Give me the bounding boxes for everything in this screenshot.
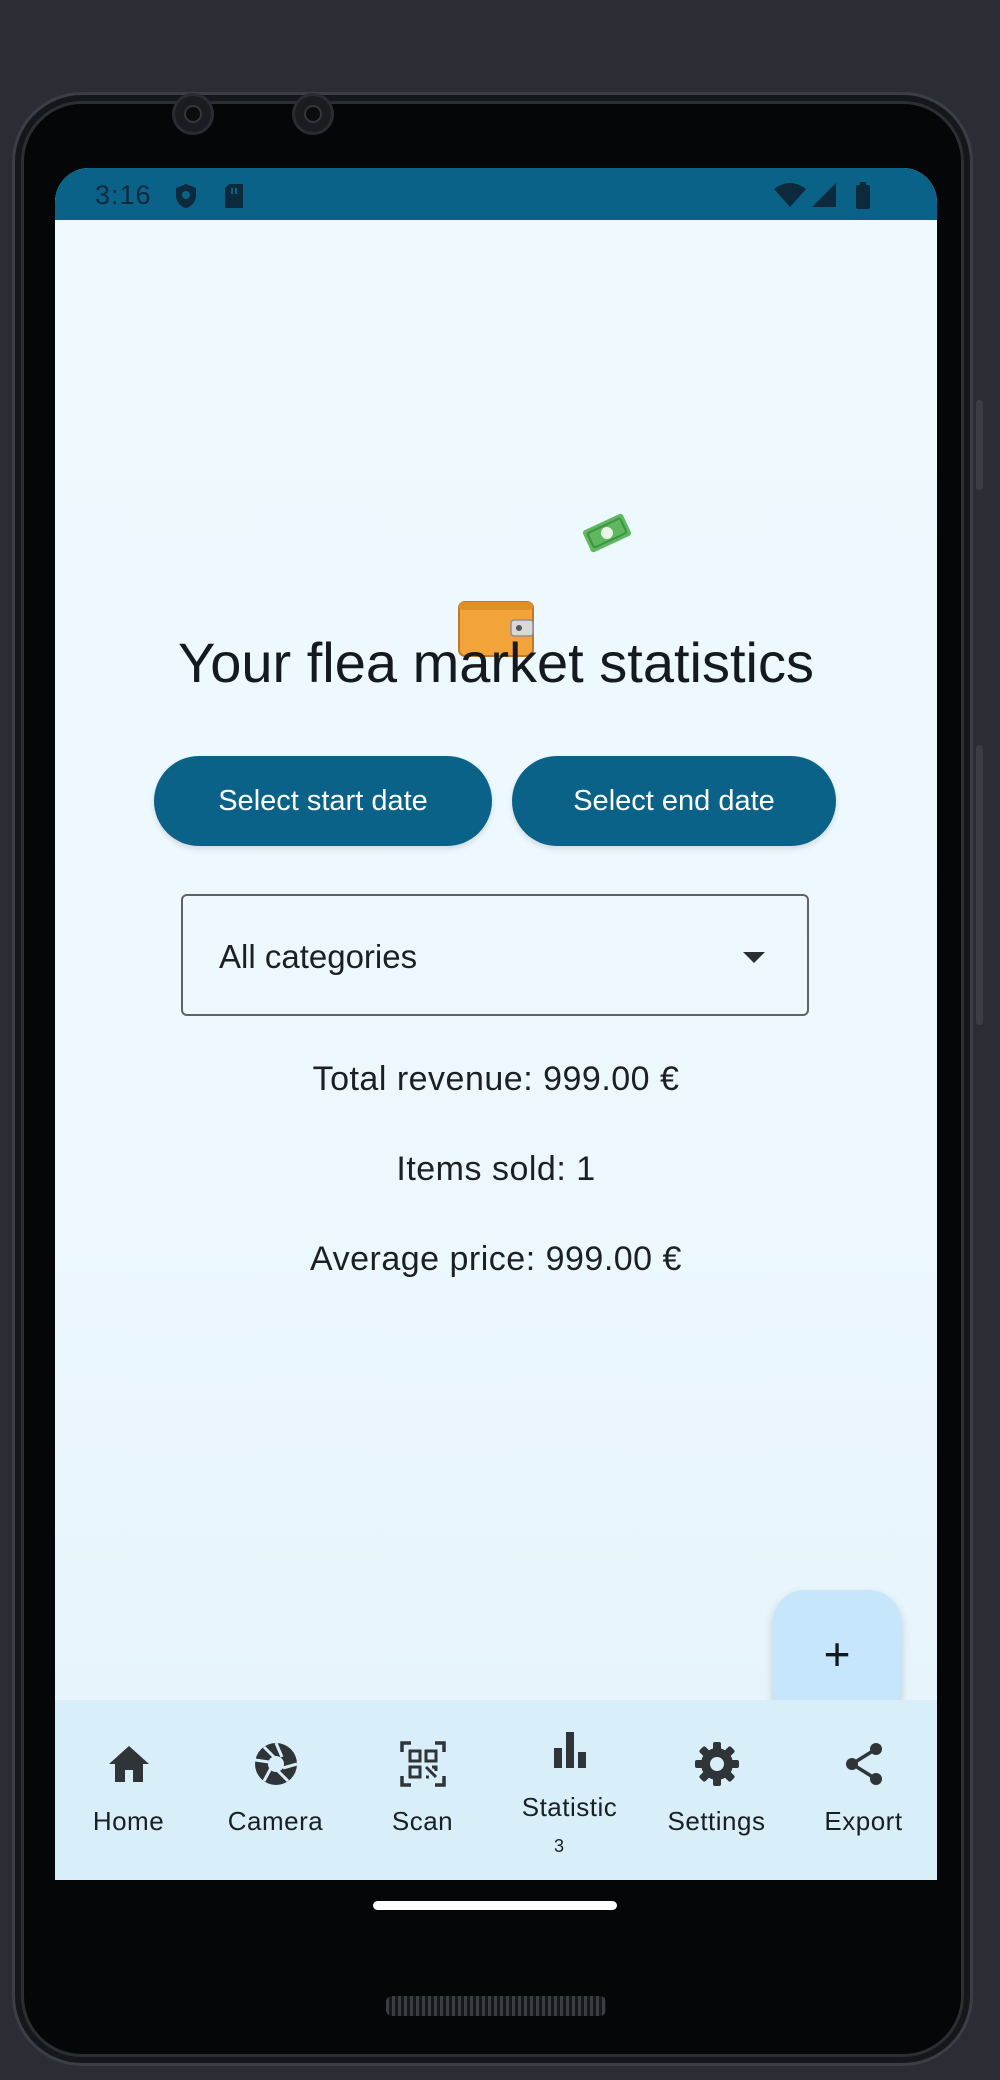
money-bill-icon [582,513,632,553]
wifi-icon [774,183,806,207]
shield-icon [176,184,196,208]
statistic-subscript: 3 [554,1836,565,1856]
bar-chart-icon [553,1732,586,1768]
select-end-date-button[interactable]: Select end date [512,756,836,846]
average-price-text: Average price: 999.00 € [310,1240,682,1278]
signal-icon [812,183,836,207]
share-icon [845,1743,882,1785]
select-start-date-button[interactable]: Select start date [154,756,492,846]
nav-item-statistic[interactable]: Statistic 3 [496,1700,643,1880]
camera-icon [254,1742,297,1785]
volume-button [976,400,983,490]
nav-label-export: Export [824,1806,903,1836]
front-sensor [292,93,334,135]
category-selected-value: All categories [219,938,418,975]
plus-icon: + [823,1628,851,1680]
status-time: 3:16 [95,180,152,210]
battery-icon [856,182,870,209]
nav-item-camera[interactable]: Camera [202,1700,349,1880]
nav-label-scan: Scan [391,1806,454,1836]
qr-scan-icon [399,1741,446,1787]
caret-down-icon [743,952,765,963]
nav-item-home[interactable]: Home [55,1700,202,1880]
bottom-navigation: Home Camera Scan Statistic 3 Settings Ex… [55,1700,937,1880]
nav-label-statistic: Statistic [521,1792,618,1822]
add-item-fab[interactable]: + [773,1590,901,1718]
page-title: Your flea market statistics [178,631,814,694]
total-revenue-text: Total revenue: 999.00 € [312,1060,680,1098]
status-bar: 3:16 [55,168,937,220]
home-icon [108,1746,149,1782]
app-screen: 3:16 Your flea market statistics Select … [55,168,937,1880]
statistics-page: Your flea market statistics Select start… [55,220,937,1718]
category-dropdown[interactable]: All categories [181,894,809,1016]
items-sold-text: Items sold: 1 [396,1150,596,1188]
sim-card-icon [225,184,243,208]
front-camera [172,93,214,135]
gesture-home-bar[interactable] [373,1901,617,1910]
speaker-grille [386,1996,606,2016]
power-button [976,745,983,1025]
nav-label-camera: Camera [227,1806,324,1836]
gear-icon [694,1742,739,1786]
nav-label-settings: Settings [667,1806,766,1836]
nav-item-settings[interactable]: Settings [643,1700,790,1880]
nav-item-export[interactable]: Export [790,1700,937,1880]
nav-label-home: Home [92,1806,165,1836]
nav-item-scan[interactable]: Scan [349,1700,496,1880]
